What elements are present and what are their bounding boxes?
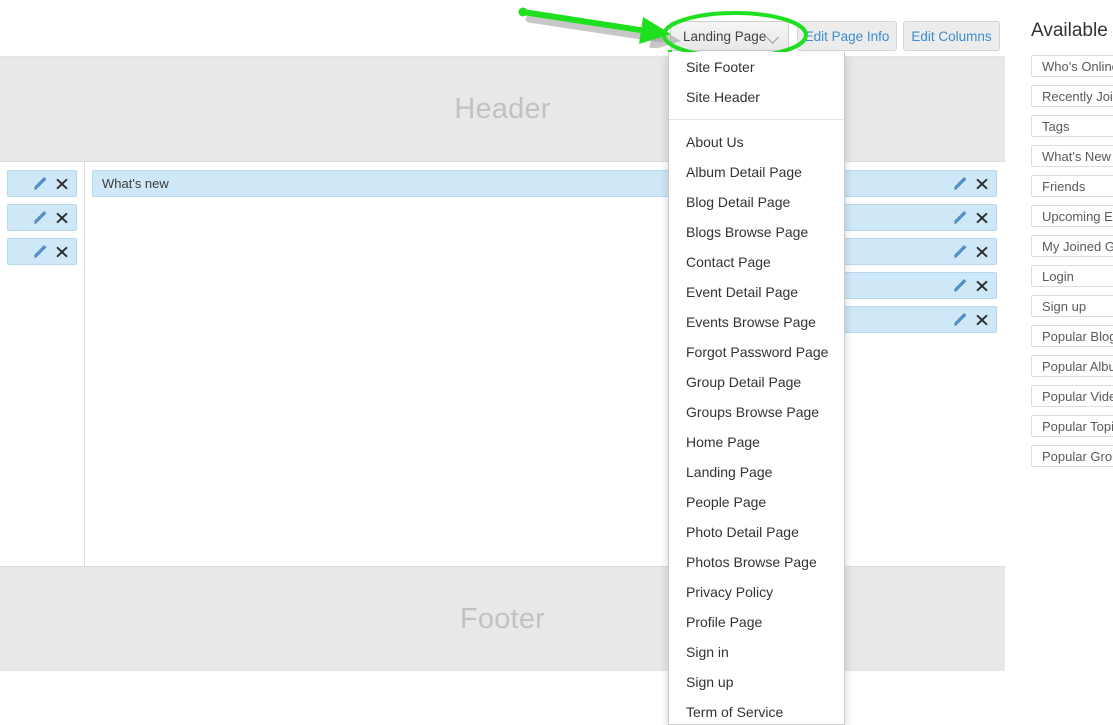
close-icon[interactable] xyxy=(56,178,68,190)
sidebar-widget-item[interactable]: Login xyxy=(1031,265,1113,287)
close-icon[interactable] xyxy=(976,246,988,258)
sidebar-widget-list: Who's Online Recently Joined Tags What's Ne… xyxy=(1031,55,1113,475)
chevron-down-icon xyxy=(766,31,779,44)
page-select-dropdown[interactable]: Landing Page xyxy=(670,21,789,51)
edit-page-info-button[interactable]: Edit Page Info xyxy=(797,21,897,51)
close-icon[interactable] xyxy=(976,314,988,326)
page-canvas: Header What's new Footer xyxy=(0,56,1005,725)
menu-item[interactable]: Privacy Policy xyxy=(669,577,844,607)
menu-item[interactable]: Photo Detail Page xyxy=(669,517,844,547)
column-left[interactable] xyxy=(0,162,84,566)
menu-item[interactable]: Profile Page xyxy=(669,607,844,637)
widget-actions xyxy=(953,205,988,230)
body-columns: What's new xyxy=(0,161,1005,567)
pencil-icon[interactable] xyxy=(953,279,967,293)
sidebar-widget-item[interactable]: Who's Online xyxy=(1031,55,1113,77)
widget-item[interactable] xyxy=(7,170,77,197)
sidebar-title: Available Widgets xyxy=(1031,20,1113,42)
widget-item-label: What's new xyxy=(102,171,169,196)
close-icon[interactable] xyxy=(976,212,988,224)
menu-item[interactable]: Forgot Password Page xyxy=(669,337,844,367)
menu-item[interactable]: Event Detail Page xyxy=(669,277,844,307)
header-region[interactable]: Header xyxy=(0,57,1005,161)
page-select-label: Landing Page xyxy=(683,29,766,44)
close-icon[interactable] xyxy=(976,280,988,292)
widget-actions xyxy=(953,307,988,332)
menu-item[interactable]: People Page xyxy=(669,487,844,517)
menu-item[interactable]: Term of Service xyxy=(669,697,844,725)
menu-item[interactable]: Site Header xyxy=(669,82,844,112)
menu-item[interactable]: About Us xyxy=(669,127,844,157)
close-icon[interactable] xyxy=(56,246,68,258)
menu-separator xyxy=(669,119,844,120)
widget-actions xyxy=(33,171,68,196)
sidebar-widget-item[interactable]: Upcoming Events xyxy=(1031,205,1113,227)
pencil-icon[interactable] xyxy=(953,245,967,259)
sidebar-widget-item[interactable]: Friends xyxy=(1031,175,1113,197)
menu-item[interactable]: Blogs Browse Page xyxy=(669,217,844,247)
sidebar-widget-item[interactable]: Recently Joined xyxy=(1031,85,1113,107)
sidebar-widget-item[interactable]: Sign up xyxy=(1031,295,1113,317)
menu-group-site: Site FooterSite Header xyxy=(669,52,844,112)
menu-item[interactable]: Blog Detail Page xyxy=(669,187,844,217)
menu-item[interactable]: Group Detail Page xyxy=(669,367,844,397)
column-center[interactable]: What's new xyxy=(84,162,755,566)
menu-item[interactable]: Landing Page xyxy=(669,457,844,487)
pencil-icon[interactable] xyxy=(953,211,967,225)
page-select-menu[interactable]: Site FooterSite Header About UsAlbum Det… xyxy=(668,52,845,725)
page-builder-screen: Landing Page Edit Page Info Edit Columns… xyxy=(0,0,1113,725)
close-icon[interactable] xyxy=(56,212,68,224)
sidebar-widget-item[interactable]: Popular Albums xyxy=(1031,355,1113,377)
widget-item[interactable] xyxy=(7,204,77,231)
pencil-icon[interactable] xyxy=(33,177,47,191)
sidebar-widget-item[interactable]: Popular Videos xyxy=(1031,385,1113,407)
pencil-icon[interactable] xyxy=(953,177,967,191)
menu-item[interactable]: Sign up xyxy=(669,667,844,697)
menu-item[interactable]: Album Detail Page xyxy=(669,157,844,187)
footer-region[interactable]: Footer xyxy=(0,567,1005,671)
menu-item[interactable]: Site Footer xyxy=(669,52,844,82)
pencil-icon[interactable] xyxy=(33,245,47,259)
menu-item[interactable]: Sign in xyxy=(669,637,844,667)
menu-item[interactable]: Home Page xyxy=(669,427,844,457)
widget-actions xyxy=(953,171,988,196)
widget-actions xyxy=(953,239,988,264)
menu-item[interactable]: Contact Page xyxy=(669,247,844,277)
widget-item[interactable] xyxy=(7,238,77,265)
pencil-icon[interactable] xyxy=(953,313,967,327)
widget-actions xyxy=(33,239,68,264)
pencil-icon[interactable] xyxy=(33,211,47,225)
widget-item[interactable]: What's new xyxy=(92,170,747,197)
sidebar-widget-item[interactable]: Popular Groups xyxy=(1031,445,1113,467)
sidebar-widget-item[interactable]: My Joined Groups xyxy=(1031,235,1113,257)
sidebar-widget-item[interactable]: Tags xyxy=(1031,115,1113,137)
sidebar-widget-item[interactable]: Popular Blogs xyxy=(1031,325,1113,347)
menu-item[interactable]: Events Browse Page xyxy=(669,307,844,337)
sidebar-widget-item[interactable]: Popular Topics xyxy=(1031,415,1113,437)
close-icon[interactable] xyxy=(976,178,988,190)
top-toolbar: Landing Page Edit Page Info Edit Columns xyxy=(0,0,1005,56)
menu-group-pages: About UsAlbum Detail PageBlog Detail Pag… xyxy=(669,127,844,725)
menu-item[interactable]: Groups Browse Page xyxy=(669,397,844,427)
edit-columns-button[interactable]: Edit Columns xyxy=(903,21,1000,51)
menu-item[interactable]: Photos Browse Page xyxy=(669,547,844,577)
widget-actions xyxy=(33,205,68,230)
sidebar-widget-item[interactable]: What's New xyxy=(1031,145,1113,167)
widget-actions xyxy=(953,273,988,298)
available-widgets-sidebar: Available Widgets Who's Online Recently J… xyxy=(1019,0,1113,725)
